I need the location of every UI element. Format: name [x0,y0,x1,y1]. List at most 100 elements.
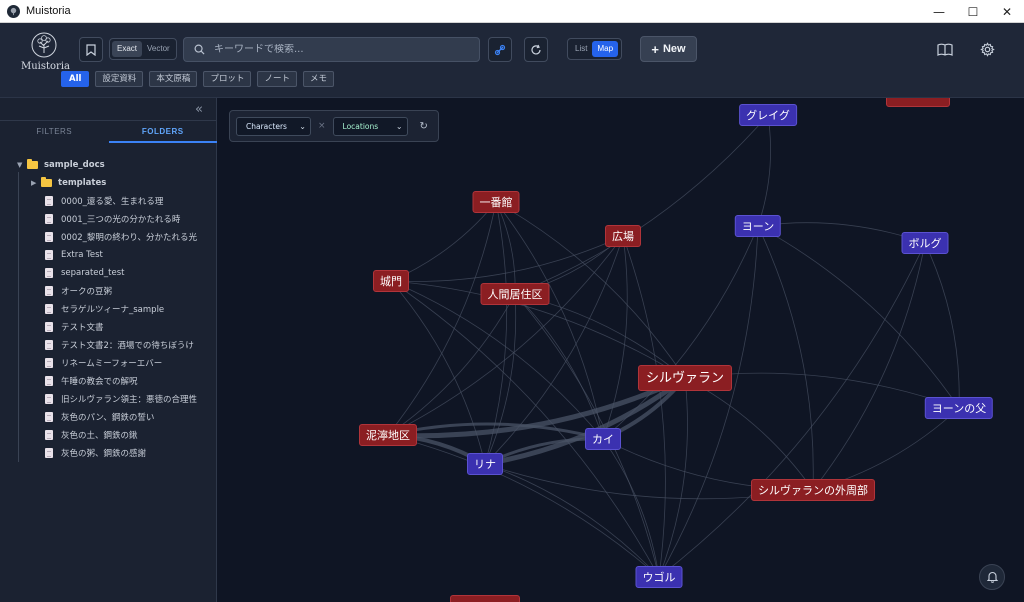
new-button[interactable]: + New [640,36,697,62]
chip-note[interactable]: ノート [257,71,297,87]
refresh-button[interactable] [524,37,548,62]
tree-root-label: sample_docs [44,160,105,170]
book-button[interactable] [932,37,957,62]
tree-file-item[interactable]: テスト文書 [0,318,217,336]
graph-node-silvaran[interactable]: シルヴァラン [637,365,733,391]
search-box[interactable] [183,37,480,62]
tree-file-label: オークの豆粥 [61,287,113,297]
app-logo[interactable]: Muistoria [21,32,70,72]
tree-file-item[interactable]: 灰色の粥、鋼鉄の感謝 [0,444,217,462]
tree-root-folder[interactable]: ▼ sample_docs [0,156,217,174]
graph-node-ichibankan[interactable]: 一番館 [472,191,520,213]
graph-node-offscreen[interactable] [450,595,520,602]
caret-down-icon[interactable]: ▼ [17,161,27,169]
document-icon [45,214,53,224]
graph-edge [757,114,771,227]
tree-file-label: 灰色の粥、鋼鉄の感謝 [61,449,147,459]
tree-file-item[interactable]: オークの豆粥 [0,282,217,300]
graph-edge [387,293,516,436]
refresh-icon [531,44,541,54]
tree-file-label: 0001_三つの光の分かたれる時 [61,215,181,225]
document-icon [45,232,53,242]
graph-edge [390,235,624,282]
graph-filter-bar: Characters ⌄ × Locations ⌄ ↻ [229,110,439,142]
graph-node-rina[interactable]: リナ [467,453,503,475]
maximize-icon[interactable]: ☐ [956,0,990,23]
minimize-icon[interactable]: — [922,0,956,23]
map-view-option[interactable]: Map [592,41,619,57]
document-icon [45,250,53,260]
tree-file-item[interactable]: 旧シルヴァラン領主：悪徳の合理性 [0,390,217,408]
tree-file-item[interactable]: 0000_還る愛、生まれる理 [0,192,217,210]
title-bar: Muistoria — ☐ ✕ [0,0,1024,23]
graph-node-deitaku[interactable]: 泥濘地区 [359,424,417,446]
tree-file-item[interactable]: 灰色のパン、鋼鉄の誓い [0,408,217,426]
vector-option[interactable]: Vector [142,41,175,57]
search-icon [194,44,205,55]
view-mode-toggle[interactable]: List Map [567,38,622,60]
tree-file-item[interactable]: セラゲルツィーナ_sample [0,300,217,318]
tree-file-label: 0000_還る愛、生まれる理 [61,197,164,207]
tree-file-item[interactable]: 0001_三つの光の分かたれる時 [0,210,217,228]
search-input[interactable] [214,44,454,55]
graph-edge [812,407,960,491]
app-header: Muistoria Exact Vector List Map + New Al… [0,23,1024,98]
tree-file-item[interactable]: リネームミーフォーエバー [0,354,217,372]
tree-file-item[interactable]: 午睡の教会での解呪 [0,372,217,390]
chip-memo[interactable]: メモ [302,71,334,87]
tree-file-item[interactable]: 0002_黎明の終わり、分かたれる光 [0,228,217,246]
tab-folders[interactable]: FOLDERS [108,121,217,143]
tab-filters[interactable]: FILTERS [0,121,109,143]
graph-node-gureigu[interactable]: グレイグ [739,104,797,126]
graph-node-borugu[interactable]: ボルグ [901,232,949,254]
list-view-option[interactable]: List [570,41,592,57]
graph-node-jomon[interactable]: 城門 [373,270,409,292]
link-toggle-button[interactable] [488,37,512,62]
document-icon [45,448,53,458]
collapse-sidebar-icon[interactable]: « [195,102,203,117]
exact-option[interactable]: Exact [112,41,143,57]
settings-button[interactable] [975,37,1000,62]
search-mode-toggle[interactable]: Exact Vector [109,38,177,60]
graph-edge [514,293,604,440]
left-type-select[interactable]: Characters ⌄ [236,116,311,136]
tree-file-label: テスト文書2：酒場での待ちぼうけ [61,341,194,351]
tree-file-item[interactable]: Extra Test [0,246,217,264]
graph-node-offscreen[interactable] [886,98,950,107]
bookmark-button[interactable] [79,37,103,62]
graph-node-gaishubu[interactable]: シルヴァランの外周部 [751,479,875,501]
tree-file-item[interactable]: テスト文書2：酒場での待ちぼうけ [0,336,217,354]
tree-file-label: separated_test [61,268,125,278]
graph-edge [658,377,688,578]
chip-manuscript[interactable]: 本文原稿 [149,71,198,87]
tree-file-item[interactable]: 灰色の土、鋼鉄の鍬 [0,426,217,444]
tree-file-label: リネームミーフォーエバー [61,359,163,369]
open-book-icon [936,43,953,56]
notification-button[interactable] [979,564,1005,590]
graph-node-hiroba[interactable]: 広場 [605,225,641,247]
document-icon [45,304,53,314]
graph-node-yonnochichi[interactable]: ヨーンの父 [924,397,994,419]
reset-graph-icon[interactable]: ↻ [420,121,428,132]
graph-node-yon[interactable]: ヨーン [734,215,782,237]
close-icon[interactable]: ✕ [990,0,1024,23]
app-logo-icon [7,4,20,18]
relationship-map[interactable]: Characters ⌄ × Locations ⌄ ↻ グレイグ 一番館 広場 ヨー… [218,98,1024,602]
tree-folder[interactable]: ▶ templates [0,174,217,192]
chevron-down-icon: ⌄ [395,121,403,131]
graph-node-ningen[interactable]: 人間居住区 [480,283,550,305]
graph-edge [602,225,759,440]
graph-edges [387,114,960,578]
graph-node-ugoru[interactable]: ウゴル [635,566,683,588]
document-icon [45,376,53,386]
graph-node-kai[interactable]: カイ [585,428,621,450]
chip-settings[interactable]: 設定資料 [95,71,144,87]
tree-file-item[interactable]: separated_test [0,264,217,282]
right-type-value: Locations [342,121,379,131]
chip-all[interactable]: All [61,71,90,87]
document-icon [45,340,53,350]
chip-plot[interactable]: プロット [203,71,252,87]
right-type-select[interactable]: Locations ⌄ [332,116,408,136]
document-icon [45,286,53,296]
caret-right-icon[interactable]: ▶ [31,179,41,187]
